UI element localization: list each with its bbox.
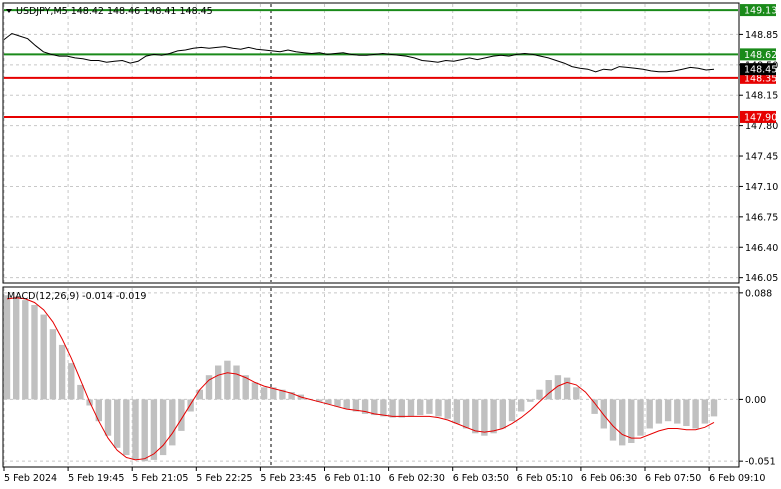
macd-bar	[141, 399, 148, 462]
macd-bar	[563, 377, 571, 400]
price-tick-label: 147.45	[745, 152, 778, 163]
symbol-info-text: USDJPY,M5 148.42 148.46 148.41 148.45	[16, 6, 213, 17]
macd-bar	[68, 363, 75, 400]
macd-bar	[600, 399, 607, 429]
time-tick-label: 6 Feb 09:10	[709, 473, 765, 484]
macd-bar	[150, 399, 158, 460]
symbol-header: USDJPY,M5 148.42 148.46 148.41 148.45	[6, 6, 213, 17]
price-pane[interactable]: USDJPY,M5 148.42 148.46 148.41 148.45	[2, 2, 740, 284]
macd-bar	[58, 344, 66, 400]
macd-bar	[3, 295, 11, 400]
macd-bar	[499, 399, 506, 429]
macd-bar	[609, 399, 617, 441]
price-tick-label: 148.15	[745, 91, 778, 102]
macd-bar	[481, 399, 488, 436]
macd-bar	[462, 399, 470, 429]
time-tick-label: 5 Feb 23:45	[260, 473, 316, 484]
macd-bar	[692, 399, 699, 429]
macd-bar	[683, 399, 690, 426]
price-tick-label: 148.85	[745, 30, 778, 41]
macd-bar	[545, 380, 552, 400]
macd-bar	[490, 399, 497, 434]
macd-bar	[40, 314, 47, 400]
trading-chart[interactable]: USDJPY,M5 148.42 148.46 148.41 148.45 14…	[0, 0, 781, 489]
macd-bar	[224, 360, 231, 400]
macd-bar	[426, 399, 433, 414]
macd-bar	[31, 305, 38, 400]
macd-bar	[371, 399, 378, 416]
macd-bar	[536, 389, 543, 400]
macd-bar	[196, 389, 203, 400]
level-tag-label: 149.13	[744, 6, 777, 17]
macd-bar	[472, 399, 479, 434]
macd-bar	[508, 399, 516, 422]
macd-bar	[159, 399, 167, 456]
macd-bar	[435, 399, 442, 417]
price-tick-label: 146.40	[745, 243, 778, 254]
time-tick-label: 6 Feb 01:10	[325, 473, 381, 484]
level-tag-label: 147.90	[744, 112, 777, 123]
macd-bar	[13, 296, 20, 400]
time-tick-label: 6 Feb 05:10	[517, 473, 573, 484]
macd-bar	[628, 399, 635, 443]
macd-bar	[104, 399, 112, 436]
macd-bar	[518, 399, 525, 412]
time-tick-label: 6 Feb 07:50	[645, 473, 701, 484]
time-tick-label: 5 Feb 2024	[4, 473, 57, 484]
macd-bar	[701, 399, 708, 424]
macd-bar	[260, 387, 268, 400]
time-tick-label: 5 Feb 19:45	[68, 473, 124, 484]
macd-bar	[674, 399, 681, 424]
macd-bar	[233, 365, 240, 400]
macd-bar	[215, 365, 222, 400]
macd-bar	[49, 329, 57, 400]
macd-bar	[444, 399, 451, 419]
macd-bar	[453, 399, 461, 424]
macd-bar	[380, 399, 387, 417]
price-pane-frame	[2, 2, 740, 284]
price-tick-label: 147.10	[745, 182, 778, 193]
macd-label: MACD(12,26,9) -0.014 -0.019	[7, 291, 146, 302]
macd-bar	[646, 399, 653, 429]
time-tick-label: 5 Feb 22:25	[196, 473, 252, 484]
time-tick-label: 6 Feb 06:30	[581, 473, 637, 484]
macd-bar	[398, 399, 405, 418]
macd-bar	[664, 399, 672, 422]
macd-tick-label: 0.00	[745, 395, 766, 406]
macd-bar	[77, 384, 84, 400]
macd-bar	[655, 399, 663, 424]
macd-bar	[710, 399, 718, 417]
price-tick-label: 146.05	[745, 273, 778, 284]
macd-bar	[114, 399, 121, 448]
time-tick-label: 5 Feb 21:05	[132, 473, 188, 484]
macd-bar	[407, 399, 415, 417]
macd-bar	[389, 399, 396, 418]
level-tag-label: 148.62	[744, 50, 777, 61]
macd-bar	[95, 399, 102, 422]
macd-bar	[619, 399, 626, 446]
time-tick-label: 6 Feb 03:50	[453, 473, 509, 484]
macd-bar	[343, 399, 350, 410]
macd-bar	[417, 399, 424, 416]
macd-bar	[251, 382, 259, 400]
macd-bar	[637, 399, 644, 436]
macd-pane[interactable]: MACD(12,26,9) -0.014 -0.019	[2, 286, 740, 468]
macd-tick-label: 0.088	[745, 288, 772, 299]
current-price-label: 148.45	[744, 65, 777, 76]
price-tick-label: 146.75	[745, 212, 778, 223]
macd-bar	[123, 399, 130, 456]
macd-bar	[527, 399, 534, 402]
macd-bar	[22, 300, 29, 400]
time-tick-label: 6 Feb 02:30	[389, 473, 445, 484]
macd-bar	[573, 387, 580, 400]
macd-tick-label: -0.051	[745, 457, 776, 468]
macd-bar	[132, 399, 139, 460]
macd-bar	[169, 399, 176, 446]
